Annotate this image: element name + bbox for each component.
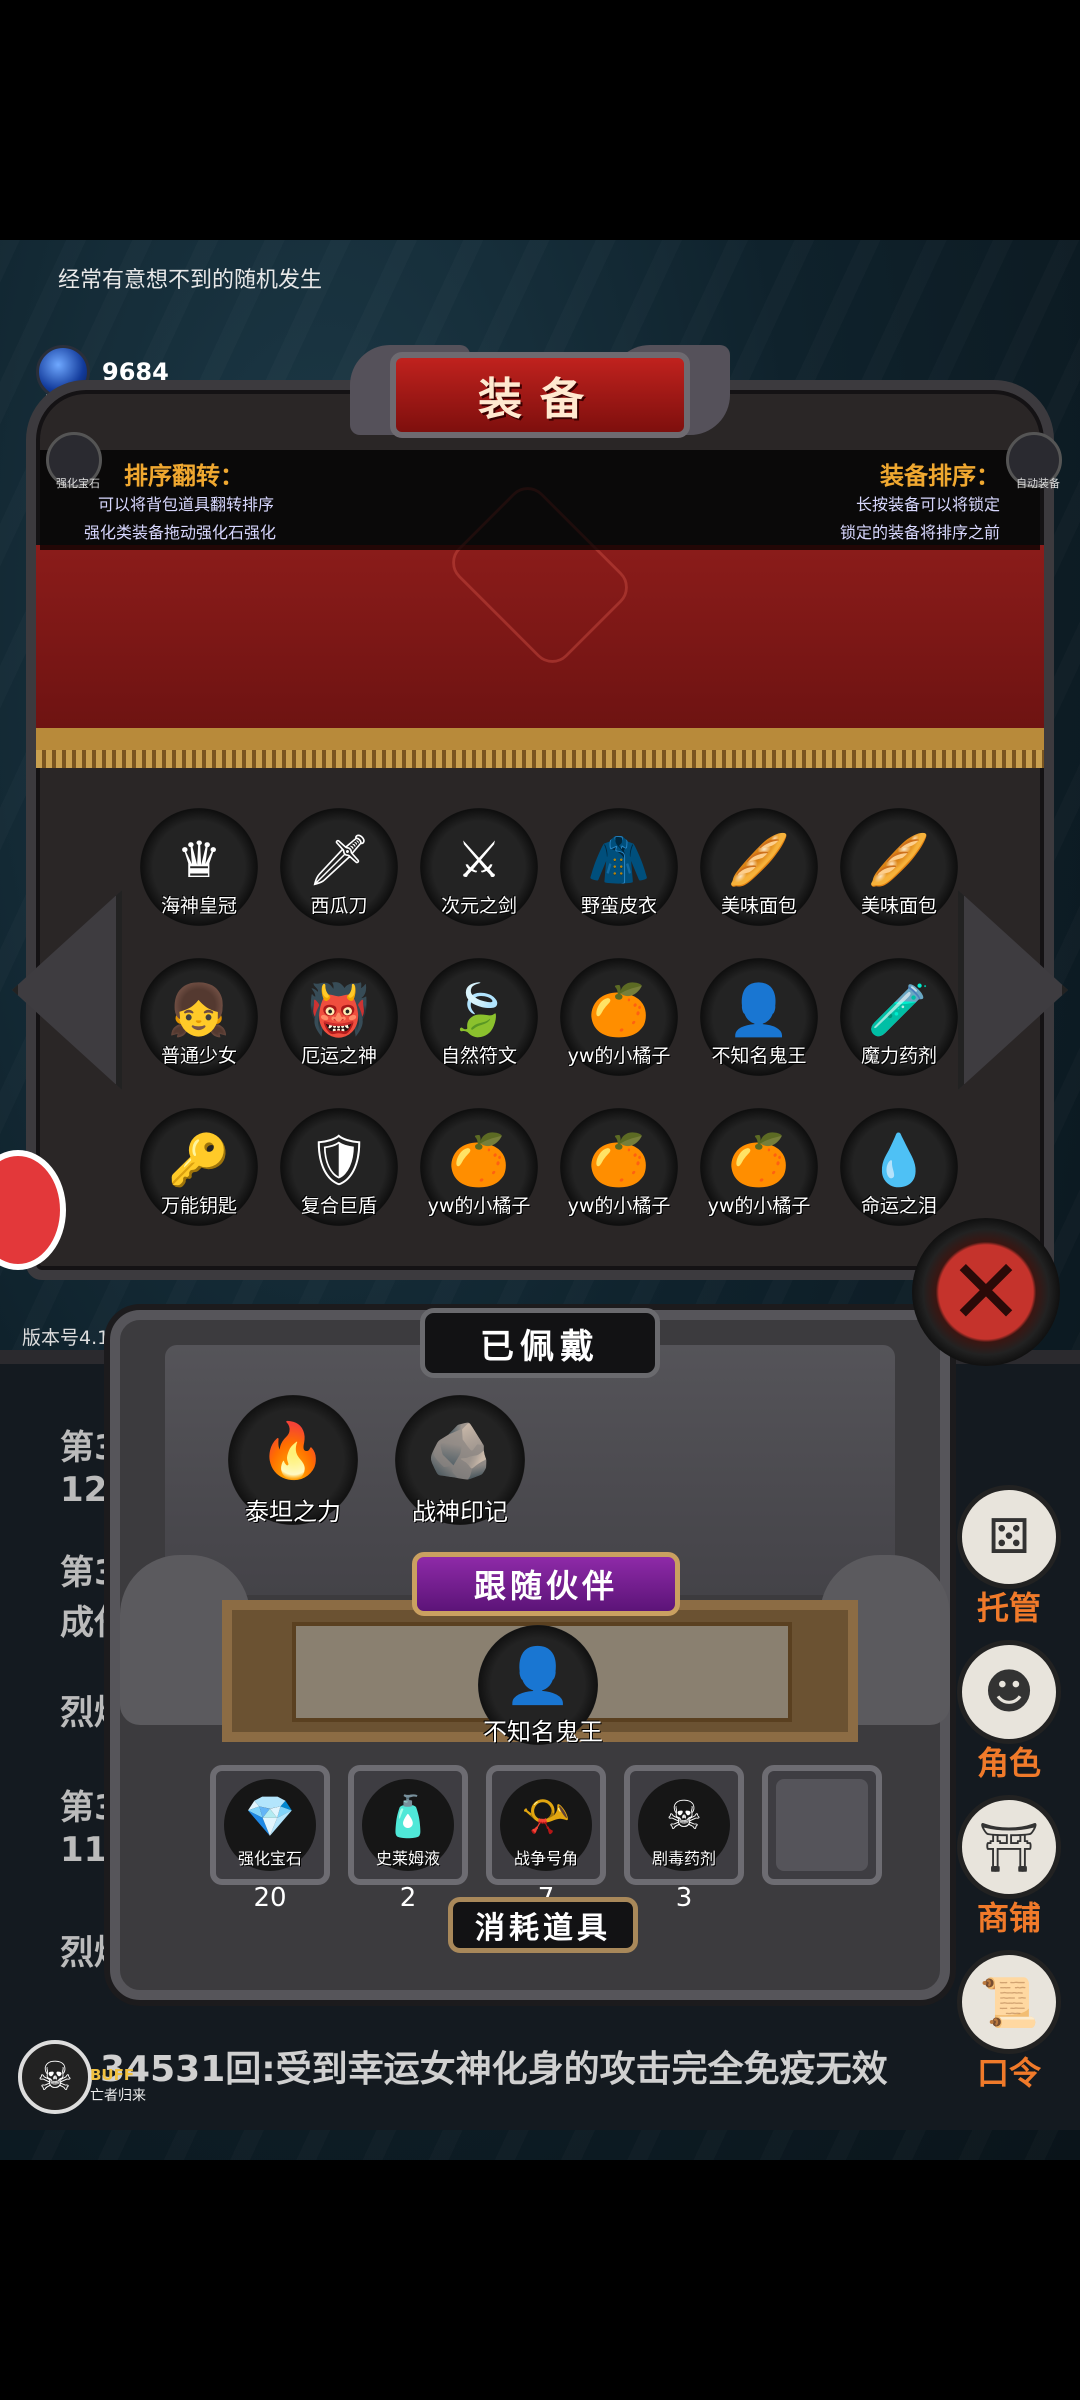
item-icon: 🧥 [587,831,651,889]
item-name: 美味面包 [720,895,797,917]
inventory-item[interactable]: 🍊 yw的小橘子 [700,1108,818,1226]
equipment-title: 装备 [390,352,690,438]
titan-power-icon: 🔥 [259,1419,327,1482]
hood-icon: ☻ [957,1640,1061,1744]
equipped-slot[interactable]: 🪨 战神印记 [395,1395,525,1526]
item-icon: 🥖 [867,831,931,889]
inventory-grid: ♛ 海神皇冠 🗡 西瓜刀 ⚔ 次元之剑 🧥 野蛮皮衣 🥖 美味面包 🥖 美味面包 👧 普通少女 👹 厄运之神 🍃… [140,808,962,1226]
equipped-title: 已佩戴 [420,1308,660,1378]
item-name: 不知名鬼王 [711,1045,807,1067]
auto-equip-icon[interactable]: 自动装备 [1006,432,1062,490]
version-label: 版本号4.12 [22,1327,122,1349]
scroll-icon: 📜 [957,1950,1061,2054]
inventory-item[interactable]: 🍊 yw的小橘子 [560,958,678,1076]
hint-text: 经常有意想不到的随机发生 [58,268,323,293]
close-icon: ✕ [948,1239,1024,1345]
password-button[interactable]: 📜 口令 [954,1950,1064,2094]
inventory-item[interactable]: 👹 厄运之神 [280,958,398,1076]
item-icon: ♛ [176,831,222,889]
companion-title: 跟随伙伴 [412,1552,680,1616]
consumable-slot[interactable]: 🧴 史莱姆液 2 [348,1765,468,1913]
item-name: 海神皇冠 [160,895,237,917]
item-name: 自然符文 [440,1045,517,1067]
inventory-item[interactable]: 🔑 万能钥匙 [140,1108,258,1226]
item-name: 普通少女 [160,1045,237,1067]
item-name: 西瓜刀 [310,895,368,917]
item-icon: 🗡 [307,831,371,889]
item-name: yw的小橘子 [567,1195,671,1217]
item-name: yw的小橘子 [567,1045,671,1067]
war-mark-icon: 🪨 [426,1419,494,1482]
item-icon: 👹 [307,981,371,1039]
item-icon: 🛡 [307,1131,371,1189]
consumable-slot[interactable]: ☠ 剧毒药剂 3 [624,1765,744,1913]
inventory-item[interactable]: 💧 命运之泪 [840,1108,958,1226]
item-icon: 🔑 [167,1131,231,1189]
character-button[interactable]: ☻ 角色 [954,1640,1064,1784]
item-icon: 🍃 [447,981,511,1039]
consumable-slot[interactable]: 📯 战争号角 7 [486,1765,606,1913]
item-name: 次元之剑 [440,895,517,917]
equipped-slot[interactable]: 🔥 泰坦之力 [228,1395,358,1526]
item-icon: 🍊 [587,981,651,1039]
item-name: 野蛮皮衣 [580,895,657,917]
inventory-item[interactable]: 🧥 野蛮皮衣 [560,808,678,926]
inventory-item[interactable]: 👧 普通少女 [140,958,258,1076]
item-name: 厄运之神 [300,1045,377,1067]
skull-icon[interactable]: ☠ [18,2040,92,2114]
consumables-title: 消耗道具 [448,1897,638,1953]
item-name: 命运之泪 [860,1195,937,1217]
item-name: 万能钥匙 [160,1195,237,1217]
log-last-line: 34531回:受到幸运女神化身的攻击完全免疫无效 [100,2049,888,2090]
consumable-slot-empty[interactable] [762,1765,882,1885]
dice-icon: ⚄ [957,1485,1061,1589]
close-button[interactable]: ✕ [912,1218,1060,1366]
consumables-row: 💎 强化宝石 20 🧴 史莱姆液 2 📯 战争号角 7 ☠ 剧毒药剂 3 [210,1765,882,1913]
inventory-item[interactable]: 🍊 yw的小橘子 [420,1108,538,1226]
companion-slot[interactable]: 👤 不知名鬼王 [478,1625,603,1746]
inventory-item[interactable]: ⚔ 次元之剑 [420,808,538,926]
inventory-item[interactable]: 🥖 美味面包 [700,808,818,926]
item-icon: 🧪 [867,981,931,1039]
item-icon: 👤 [727,981,791,1039]
sort-flip-button[interactable]: 排序翻转： 可以将背包道具翻转排序 强化类装备拖动强化石强化 [84,456,276,547]
shop-icon: ⛩ [957,1795,1061,1899]
inventory-item[interactable]: 🍃 自然符文 [420,958,538,1076]
item-name: yw的小橘子 [427,1195,531,1217]
inventory-item[interactable]: 🛡 复合巨盾 [280,1108,398,1226]
item-name: 复合巨盾 [300,1195,377,1217]
item-name: 魔力药剂 [860,1045,937,1067]
consumable-slot[interactable]: 💎 强化宝石 20 [210,1765,330,1913]
item-name: yw的小橘子 [707,1195,811,1217]
inventory-item[interactable]: 🧪 魔力药剂 [840,958,958,1076]
item-icon: 🥖 [727,831,791,889]
inventory-item[interactable]: 🥖 美味面包 [840,808,958,926]
inventory-item[interactable]: 🍊 yw的小橘子 [560,1108,678,1226]
buff-text: 亡者归来 [90,2088,146,2104]
ghost-king-icon: 👤 [504,1644,572,1707]
item-icon: ⚔ [456,831,502,889]
item-icon: 🍊 [727,1131,791,1189]
inventory-item[interactable]: ♛ 海神皇冠 [140,808,258,926]
item-name: 美味面包 [860,895,937,917]
equip-sort-button[interactable]: 装备排序： 长按装备可以将锁定 锁定的装备将排序之前 [840,456,1000,547]
inventory-item[interactable]: 🗡 西瓜刀 [280,808,398,926]
item-icon: 💧 [867,1131,931,1189]
auto-button[interactable]: ⚄ 托管 [954,1485,1064,1629]
inventory-item[interactable]: 👤 不知名鬼王 [700,958,818,1076]
item-icon: 👧 [167,981,231,1039]
shop-button[interactable]: ⛩ 商铺 [954,1795,1064,1939]
item-icon: 🍊 [447,1131,511,1189]
buff-badge: BUFF [90,2066,135,2084]
item-icon: 🍊 [587,1131,651,1189]
